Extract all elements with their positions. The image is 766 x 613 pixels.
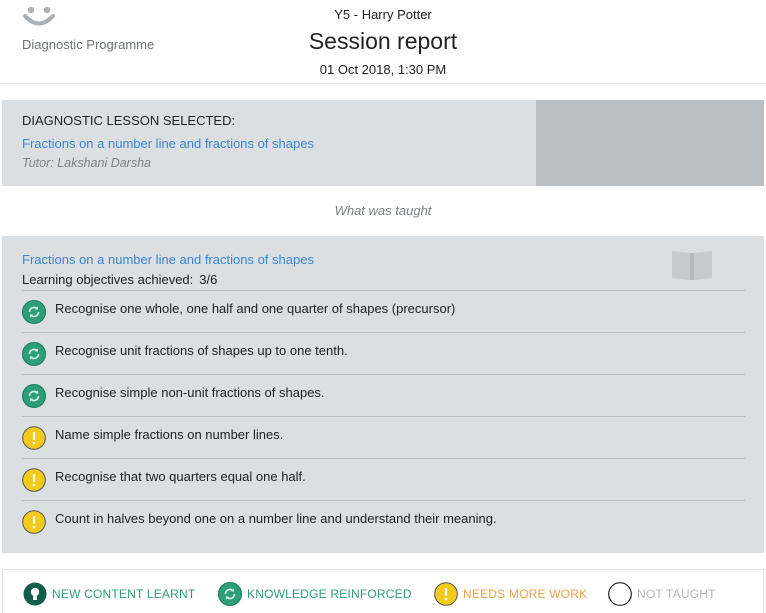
objective-row: Recognise one whole, one half and one qu… [22,290,745,332]
empty-circle-icon [608,582,632,606]
report-header: Diagnostic Programme Y5 - Harry Potter S… [0,0,766,84]
legend-new-label: NEW CONTENT LEARNT [52,587,196,601]
legend-reinforced: KNOWLEDGE REINFORCED [218,581,412,607]
exclamation-icon [22,426,46,450]
legend-needs-work: NEEDS MORE WORK [434,581,587,607]
objectives-achieved: Learning objectives achieved: 3/6 [22,272,217,287]
refresh-icon [218,582,242,606]
lightbulb-icon [23,582,47,606]
lesson-heading: DIAGNOSTIC LESSON SELECTED: [22,113,236,128]
section-label: What was taught [334,203,432,218]
lesson-name-link[interactable]: Fractions on a number line and fractions… [22,136,314,151]
achieved-value: 3/6 [199,272,218,287]
tutor-name: Tutor: Lakshani Darsha [22,156,151,170]
exclamation-icon [22,510,46,534]
objective-text: Recognise one whole, one half and one qu… [55,301,456,316]
student-name: Y5 - Harry Potter [334,7,432,22]
objectives-list: Recognise one whole, one half and one qu… [22,290,745,542]
lesson-panel: DIAGNOSTIC LESSON SELECTED: Fractions on… [2,100,764,186]
objective-row: Recognise simple non-unit fractions of s… [22,374,745,416]
achieved-label: Learning objectives achieved: [22,272,194,287]
legend-not-taught: NOT TAUGHT [608,581,716,607]
objective-text: Recognise that two quarters equal one ha… [55,469,306,484]
refresh-icon [22,300,46,324]
legend-new: NEW CONTENT LEARNT [23,581,195,607]
page-title: Session report [308,28,458,54]
lesson-thumbnail [536,100,764,186]
objective-text: Recognise unit fractions of shapes up to… [55,343,348,358]
legend-not-taught-label: NOT TAUGHT [637,587,716,601]
objective-text: Name simple fractions on number lines. [55,427,284,442]
exclamation-icon [434,582,458,606]
objective-row: Name simple fractions on number lines. [22,416,745,458]
objective-row: Count in halves beyond one on a number l… [22,500,745,542]
objectives-panel: Fractions on a number line and fractions… [2,236,764,553]
refresh-icon [22,384,46,408]
session-date: 01 Oct 2018, 1:30 PM [319,62,447,77]
objective-text: Recognise simple non-unit fractions of s… [55,385,325,400]
objective-row: Recognise unit fractions of shapes up to… [22,332,745,374]
exclamation-icon [22,468,46,492]
objective-text: Count in halves beyond one on a number l… [55,511,497,526]
objective-row: Recognise that two quarters equal one ha… [22,458,745,500]
legend-reinforced-label: KNOWLEDGE REINFORCED [247,587,412,601]
book-icon [672,251,712,280]
refresh-icon [22,342,46,366]
legend-needs-work-label: NEEDS MORE WORK [463,587,588,601]
objectives-title-link[interactable]: Fractions on a number line and fractions… [22,252,314,267]
status-legend: NEW CONTENT LEARNT KNOWLEDGE REINFORCED … [2,569,764,613]
